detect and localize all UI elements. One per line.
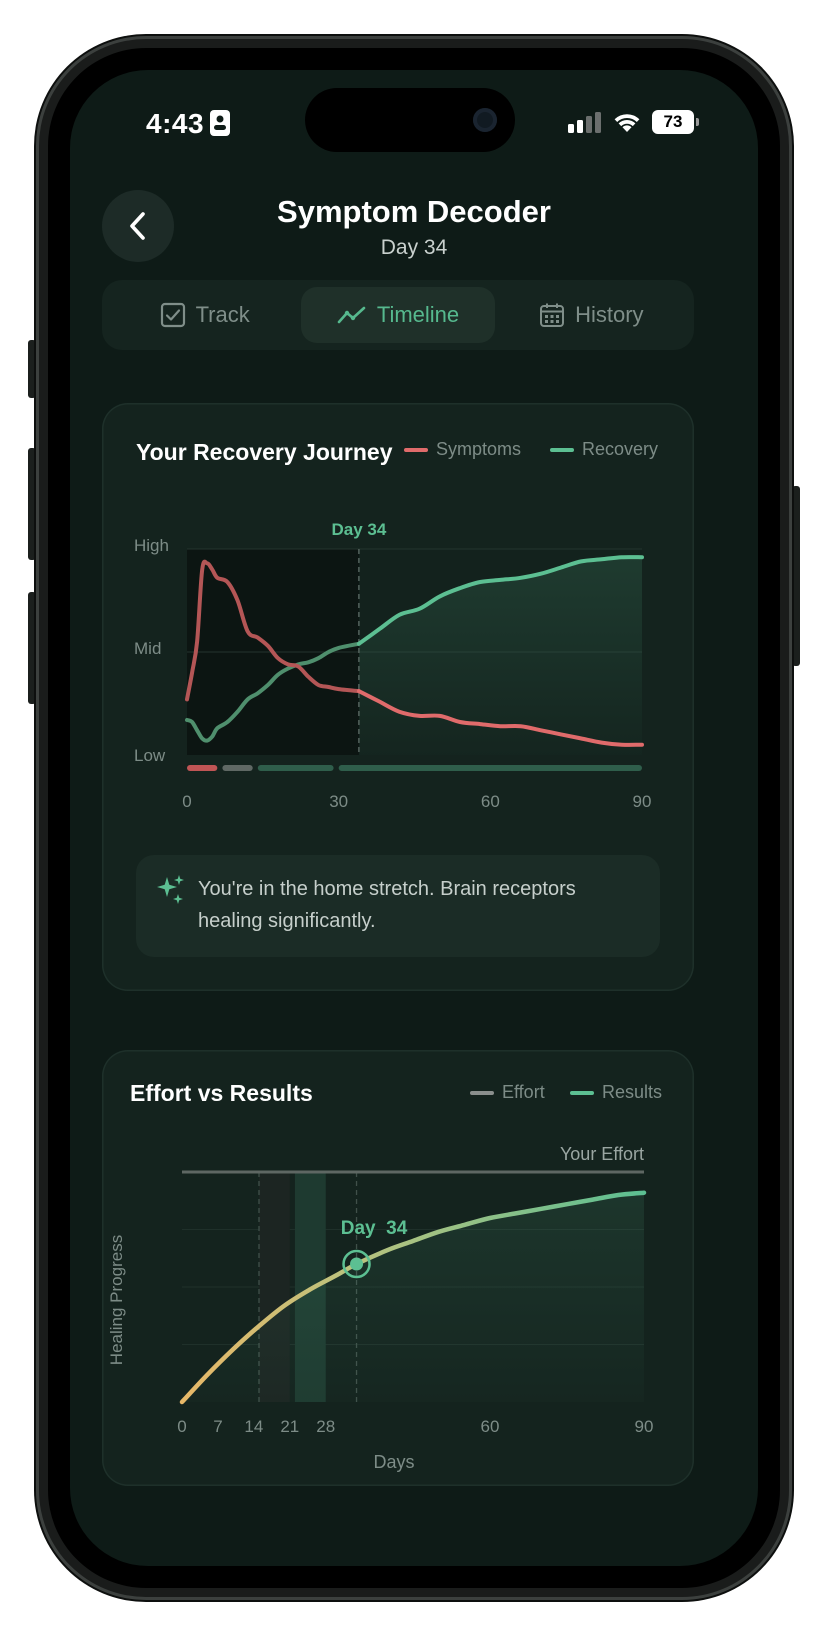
x-tick-label: 30 (329, 792, 348, 811)
calendar-icon (540, 303, 565, 327)
trend-line-icon (337, 306, 366, 324)
page-title: Symptom Decoder (277, 194, 551, 229)
recovery-journey-chart: High Mid Low Day 34 0 30 60 90 (134, 520, 652, 811)
status-time: 4:43 (146, 108, 205, 139)
tab-bar: Track Timeline History (102, 280, 694, 350)
recovery-journey-card: Your Recovery Journey Symptoms Recovery … (102, 403, 694, 991)
effort-results-card: Effort vs Results Effort Results 0 7 14 … (102, 1050, 694, 1486)
x-tick-label: 0 (177, 1417, 186, 1436)
day-marker-label: Day 34 (331, 520, 386, 539)
x-tick-label: 7 (213, 1417, 222, 1436)
dynamic-island (305, 88, 515, 152)
battery-indicator: 73 (652, 110, 699, 134)
tab-track-label: Track (195, 302, 250, 327)
x-tick-label: 90 (635, 1417, 654, 1436)
power-button (792, 486, 800, 666)
x-tick-label: 90 (633, 792, 652, 811)
results-area (182, 1192, 644, 1402)
insight-box: You're in the home stretch. Brain recept… (136, 855, 660, 957)
screen: 4:43 73 Symptom Decoder Day 34 Track Tim… (70, 70, 758, 1566)
page-subtitle: Day 34 (380, 236, 448, 259)
x-tick-label: 60 (481, 792, 500, 811)
phase-segment (222, 765, 253, 771)
y-tick-label: Low (134, 746, 166, 765)
phase-segment (338, 765, 642, 771)
effort-day-marker-label: Day 34 (341, 1218, 408, 1239)
cellular-signal-icon (568, 112, 601, 133)
x-tick-label: 21 (280, 1417, 299, 1436)
x-tick-label: 0 (182, 792, 191, 811)
y-tick-label: Mid (134, 639, 161, 658)
volume-down-button (28, 592, 36, 704)
tab-history[interactable]: History (495, 287, 688, 343)
effort-x-axis-label: Days (373, 1452, 414, 1472)
day-marker-dot (350, 1257, 364, 1271)
tab-track[interactable]: Track (108, 287, 301, 343)
tab-history-label: History (575, 302, 644, 327)
tab-timeline[interactable]: Timeline (301, 287, 495, 343)
effort-line-label: Your Effort (560, 1144, 644, 1164)
wifi-icon (614, 114, 640, 132)
phase-segment (257, 765, 334, 771)
effort-y-axis-label: Healing Progress (107, 1235, 126, 1365)
insight-text: You're in the home stretch. Brain recept… (198, 878, 576, 932)
x-tick-label: 14 (244, 1417, 263, 1436)
contact-card-icon (210, 110, 230, 136)
action-button (28, 340, 36, 398)
sparkles-icon (157, 875, 184, 904)
x-tick-label: 28 (316, 1417, 335, 1436)
status-icons: 73 (568, 110, 699, 134)
y-tick-label: High (134, 536, 169, 555)
x-tick-label: 60 (481, 1417, 500, 1436)
phase-segment (187, 765, 218, 771)
checkbox-icon (160, 302, 185, 328)
tab-timeline-label: Timeline (376, 302, 460, 327)
volume-up-button (28, 448, 36, 560)
camera-icon (473, 108, 497, 132)
effort-results-chart: 0 7 14 21 28 60 90 Your Effort Healing Progres… (107, 1144, 654, 1472)
